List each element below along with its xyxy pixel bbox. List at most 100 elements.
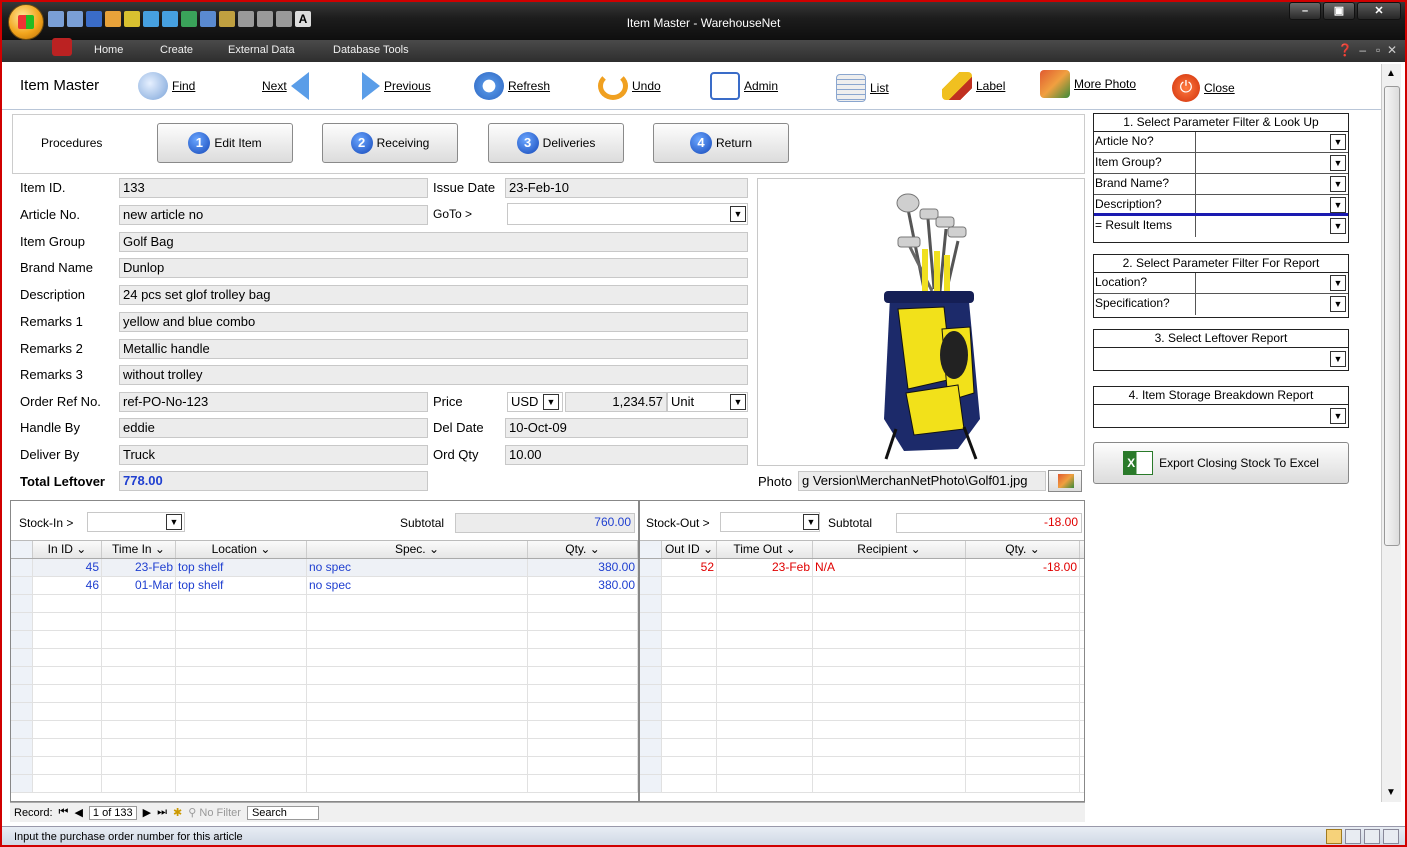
cell-time[interactable]: 01-Mar: [102, 577, 176, 594]
item-group-field[interactable]: Golf Bag: [119, 232, 748, 252]
new-record-icon[interactable]: [200, 11, 216, 27]
del-date-field[interactable]: 10-Oct-09: [505, 418, 748, 438]
cell-id[interactable]: 46: [33, 577, 102, 594]
cell-qty[interactable]: [528, 775, 638, 792]
row-selector[interactable]: [11, 739, 33, 756]
cell-qty[interactable]: [528, 739, 638, 756]
cell-qty[interactable]: [528, 757, 638, 774]
cell-recipient[interactable]: N/A: [813, 559, 966, 576]
cell-time[interactable]: [102, 685, 176, 702]
row-selector[interactable]: [11, 703, 33, 720]
table-row[interactable]: [640, 577, 1084, 595]
cell-time[interactable]: [717, 775, 813, 792]
cell-time[interactable]: [717, 667, 813, 684]
table-row[interactable]: [11, 775, 638, 793]
table-row[interactable]: [11, 595, 638, 613]
cell-time[interactable]: [102, 595, 176, 612]
row-selector[interactable]: [640, 595, 662, 612]
ord-qty-field[interactable]: 10.00: [505, 445, 748, 465]
table-row[interactable]: 46 01-Mar top shelf no spec 380.00: [11, 577, 638, 595]
cell-qty[interactable]: [966, 721, 1080, 738]
col-out-id[interactable]: Out ID ⌄: [662, 541, 717, 558]
cell-spec[interactable]: [307, 757, 528, 774]
cell-id[interactable]: [33, 703, 102, 720]
table-row[interactable]: [11, 667, 638, 685]
prev-record-icon[interactable]: ◀: [74, 806, 82, 819]
cell-spec[interactable]: [307, 775, 528, 792]
row-selector[interactable]: [11, 721, 33, 738]
row-selector[interactable]: [11, 649, 33, 666]
cell-id[interactable]: [662, 631, 717, 648]
select-all-icon[interactable]: [640, 541, 662, 558]
col-qty[interactable]: Qty. ⌄: [966, 541, 1080, 558]
row-selector[interactable]: [11, 559, 33, 576]
table-row[interactable]: [640, 775, 1084, 793]
table-row[interactable]: [640, 685, 1084, 703]
cell-time[interactable]: [717, 757, 813, 774]
deliveries-button[interactable]: 3 Deliveries: [488, 123, 624, 163]
row-selector[interactable]: [11, 577, 33, 594]
cell-id[interactable]: [33, 775, 102, 792]
cell-qty[interactable]: [966, 595, 1080, 612]
scrollbar-thumb[interactable]: [1384, 86, 1400, 546]
cell-spec[interactable]: no spec: [307, 559, 528, 576]
brand-name-field[interactable]: Dunlop: [119, 258, 748, 278]
cell-time[interactable]: [102, 775, 176, 792]
layout-view-icon[interactable]: [1364, 829, 1380, 844]
cell-qty[interactable]: [528, 649, 638, 666]
cell-qty[interactable]: [528, 631, 638, 648]
more-photo-button[interactable]: More Photo: [1040, 70, 1136, 98]
article-no-field[interactable]: new article no: [119, 205, 428, 225]
ribbon-window-controls[interactable]: ❓ – ▫ ✕: [1338, 43, 1397, 57]
receiving-button[interactable]: 2 Receiving: [322, 123, 458, 163]
cell-qty[interactable]: [528, 667, 638, 684]
cell-spec[interactable]: [307, 613, 528, 630]
chevron-down-icon[interactable]: ▼: [543, 394, 559, 410]
row-selector[interactable]: [11, 613, 33, 630]
scroll-down-icon[interactable]: ▼: [1386, 787, 1396, 798]
cell-location[interactable]: [176, 595, 307, 612]
col-time-out[interactable]: Time Out ⌄: [717, 541, 813, 558]
edit-item-button[interactable]: 1 Edit Item: [157, 123, 293, 163]
cell-spec[interactable]: [307, 595, 528, 612]
result-items-select[interactable]: ▼: [1196, 216, 1348, 237]
cell-location[interactable]: [176, 721, 307, 738]
cell-spec[interactable]: [307, 685, 528, 702]
tab-create[interactable]: Create: [160, 44, 193, 56]
table-row[interactable]: [11, 739, 638, 757]
cell-recipient[interactable]: [813, 721, 966, 738]
maximize-icon[interactable]: ▣: [1323, 2, 1355, 20]
issue-date-field[interactable]: 23-Feb-10: [505, 178, 748, 198]
row-selector[interactable]: [640, 631, 662, 648]
table-row[interactable]: [11, 631, 638, 649]
table-row[interactable]: [640, 667, 1084, 685]
price-field[interactable]: 1,234.57: [565, 392, 667, 412]
row-selector[interactable]: [640, 703, 662, 720]
table-row[interactable]: [11, 613, 638, 631]
refresh-button[interactable]: Refresh: [474, 72, 550, 100]
remarks1-field[interactable]: yellow and blue combo: [119, 312, 748, 332]
goto-select[interactable]: [507, 203, 748, 225]
tab-home[interactable]: Home: [94, 44, 123, 56]
tab-external-data[interactable]: External Data: [228, 44, 295, 56]
cell-location[interactable]: [176, 775, 307, 792]
cell-id[interactable]: [662, 667, 717, 684]
cell-id[interactable]: [33, 631, 102, 648]
remarks3-field[interactable]: without trolley: [119, 365, 748, 385]
table-row[interactable]: [640, 757, 1084, 775]
table-row[interactable]: [640, 649, 1084, 667]
row-selector[interactable]: [640, 649, 662, 666]
handle-by-field[interactable]: eddie: [119, 418, 428, 438]
cell-time[interactable]: [102, 613, 176, 630]
undo-icon[interactable]: [48, 11, 64, 27]
col-location[interactable]: Location ⌄: [176, 541, 307, 558]
cell-time[interactable]: [717, 721, 813, 738]
first-record-icon[interactable]: ⏮: [59, 806, 69, 819]
table-row[interactable]: [640, 595, 1084, 613]
cell-location[interactable]: [176, 757, 307, 774]
refresh-icon[interactable]: [181, 11, 197, 27]
cell-id[interactable]: [662, 613, 717, 630]
chevron-down-icon[interactable]: ▼: [1330, 351, 1346, 367]
row-selector[interactable]: [640, 739, 662, 756]
cell-qty[interactable]: [966, 667, 1080, 684]
